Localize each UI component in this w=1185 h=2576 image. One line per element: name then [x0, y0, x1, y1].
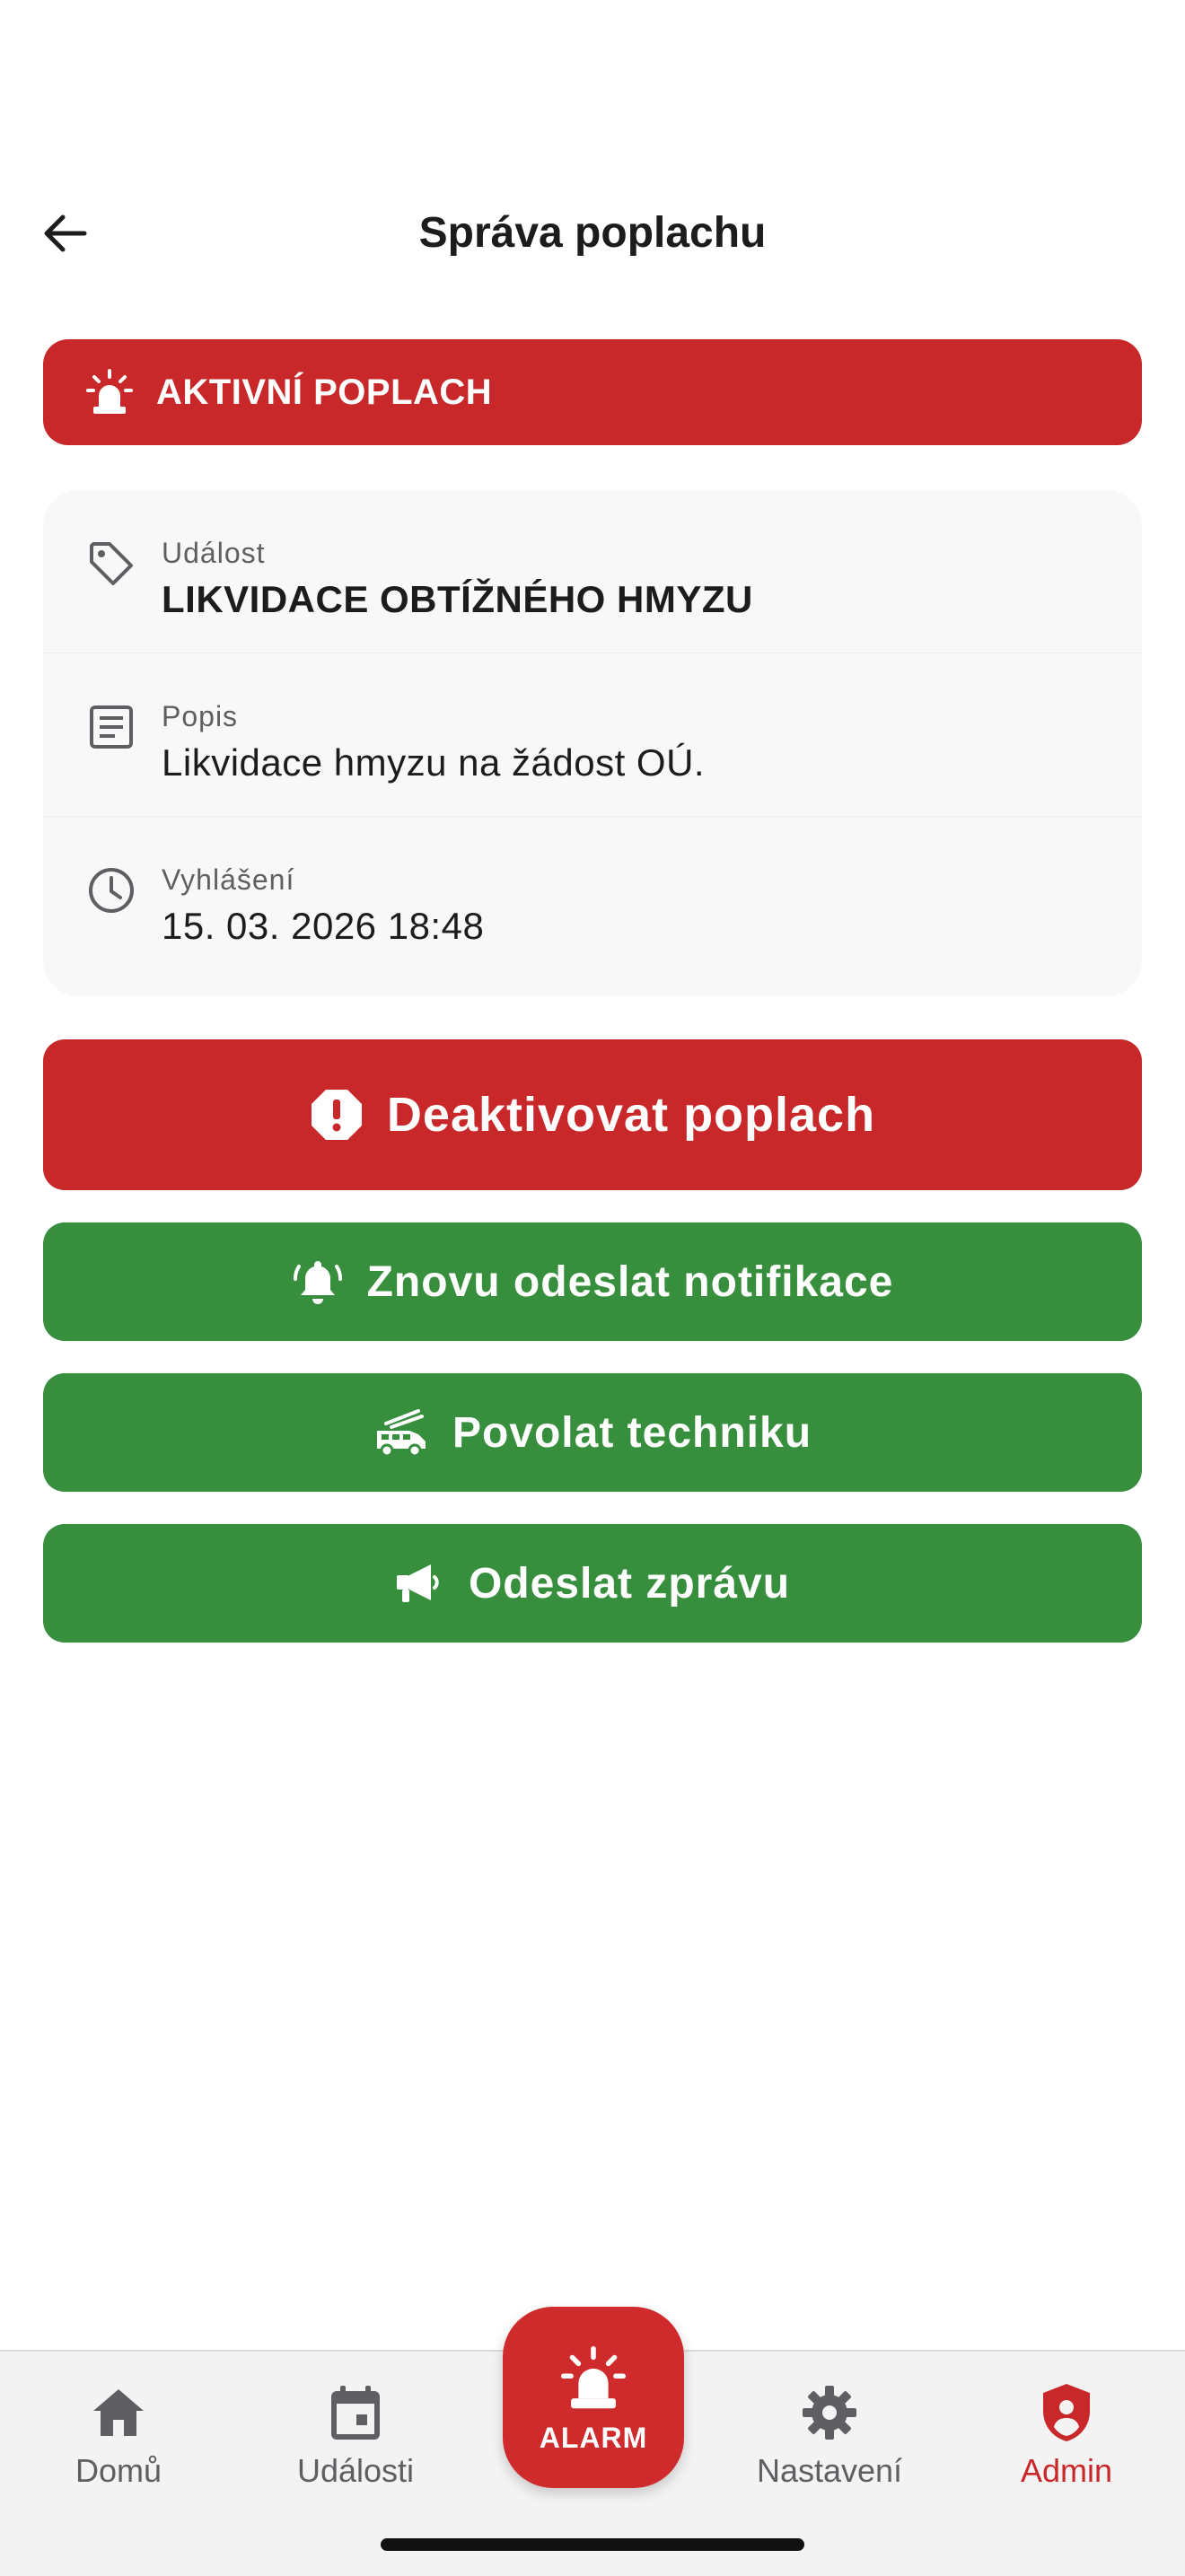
- send-message-button[interactable]: Odeslat zprávu: [43, 1524, 1142, 1643]
- alarm-fab-button[interactable]: ALARM: [503, 2307, 684, 2488]
- detail-label: Událost: [162, 537, 266, 569]
- alarm-details-card: Událost LIKVIDACE OBTÍŽNÉHO HMYZU Popis …: [43, 490, 1142, 996]
- detail-label: Vyhlášení: [162, 863, 295, 896]
- banner-text: AKTIVNÍ POPLACH: [156, 372, 493, 412]
- tag-icon: [90, 542, 133, 585]
- detail-row-description: Popis Likvidace hmyzu na žádost OÚ.: [43, 653, 1142, 816]
- detail-row-declared: Vyhlášení 15. 03. 2026 18:48: [43, 816, 1142, 979]
- home-icon: [29, 2379, 208, 2447]
- bell-ring-icon: [292, 1256, 344, 1308]
- detail-value-event: LIKVIDACE OBTÍŽNÉHO HMYZU: [162, 578, 753, 620]
- clock-icon: [89, 868, 134, 913]
- detail-label: Popis: [162, 700, 239, 732]
- deactivate-alarm-button[interactable]: Deaktivovat poplach: [43, 1039, 1142, 1190]
- nav-item-events[interactable]: Události: [266, 2379, 445, 2490]
- resend-notifications-button[interactable]: Znovu odeslat notifikace: [43, 1222, 1142, 1341]
- nav-label-home: Domů: [75, 2452, 162, 2489]
- send-message-label: Odeslat zprávu: [468, 1559, 791, 1608]
- nav-item-home[interactable]: Domů: [29, 2379, 208, 2490]
- nav-label-settings: Nastavení: [756, 2452, 903, 2489]
- detail-value-description: Likvidace hmyzu na žádost OÚ.: [162, 741, 706, 784]
- fire-truck-icon: [373, 1407, 429, 1458]
- deactivate-alarm-label: Deaktivovat poplach: [386, 1088, 876, 1142]
- description-icon: [90, 705, 133, 749]
- resend-notifications-label: Znovu odeslat notifikace: [366, 1257, 894, 1306]
- nav-label-admin: Admin: [1020, 2452, 1113, 2489]
- admin-shield-icon: [977, 2379, 1156, 2447]
- home-indicator: [381, 2538, 804, 2551]
- calendar-icon: [266, 2379, 445, 2447]
- call-vehicles-button[interactable]: Povolat techniku: [43, 1373, 1142, 1492]
- page-title: Správa poplachu: [418, 209, 767, 257]
- siren-icon: [84, 367, 135, 417]
- nav-item-settings[interactable]: Nastavení: [740, 2379, 919, 2490]
- megaphone-icon: [395, 1561, 445, 1606]
- alarm-fab-label: ALARM: [539, 2421, 648, 2454]
- nav-label-events: Události: [296, 2452, 415, 2489]
- active-alarm-banner: AKTIVNÍ POPLACH: [43, 339, 1142, 445]
- call-vehicles-label: Povolat techniku: [452, 1408, 812, 1457]
- siren-icon: [561, 2341, 626, 2416]
- detail-row-event: Událost LIKVIDACE OBTÍŽNÉHO HMYZU: [43, 490, 1142, 653]
- detail-value-declared: 15. 03. 2026 18:48: [162, 905, 485, 947]
- alert-octagon-icon: [310, 1088, 364, 1142]
- app-header: Správa poplachu: [0, 180, 1185, 287]
- nav-item-admin[interactable]: Admin: [977, 2379, 1156, 2490]
- gear-icon: [740, 2379, 919, 2447]
